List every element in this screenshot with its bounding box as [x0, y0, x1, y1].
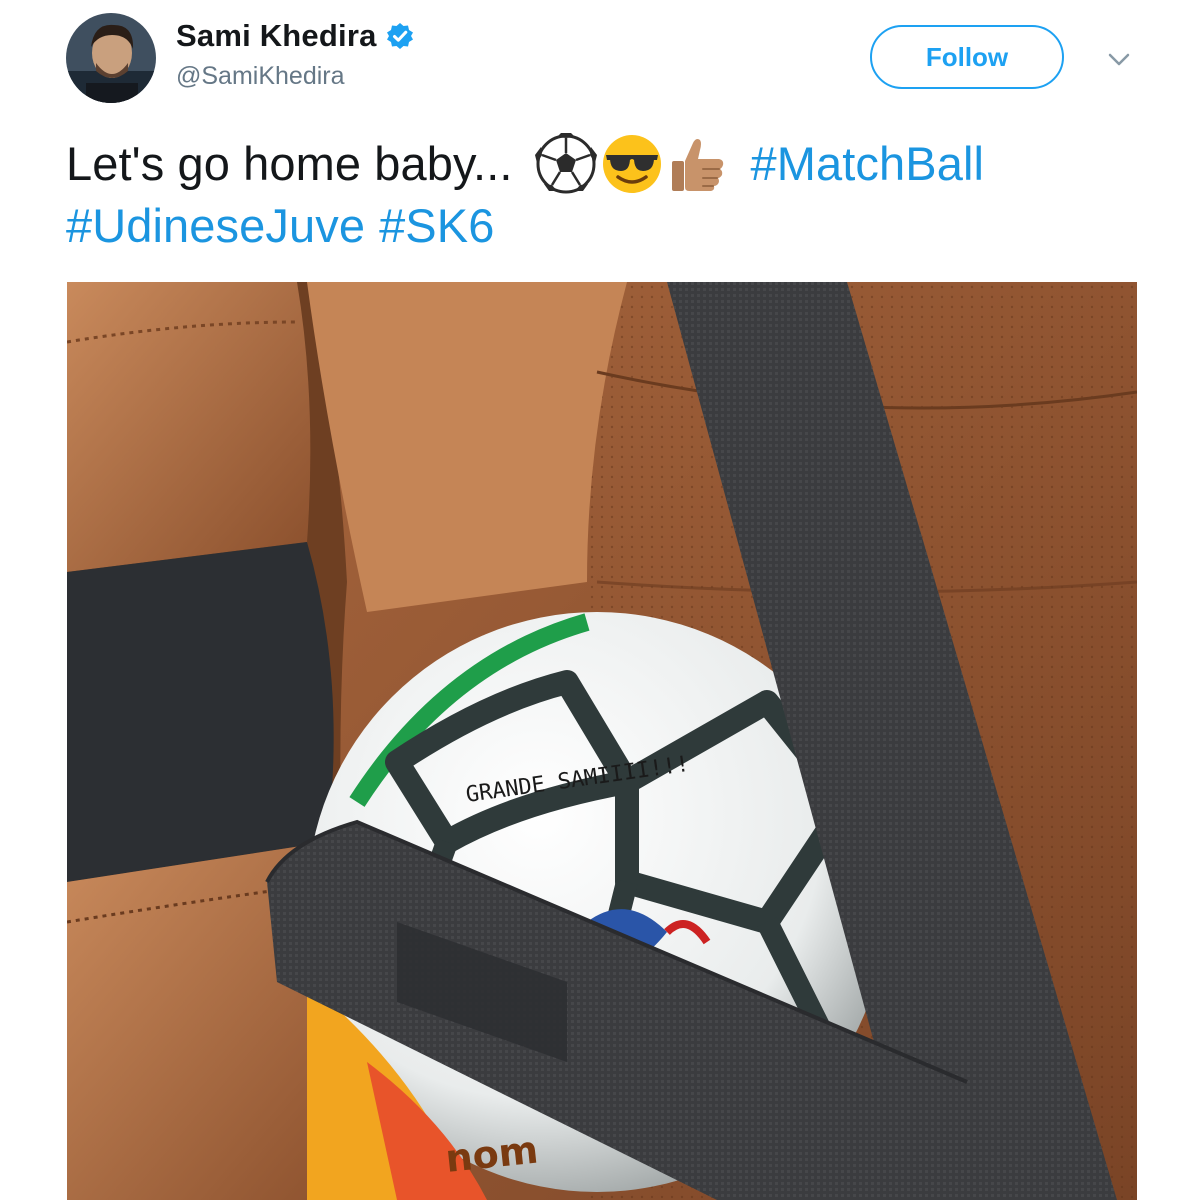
- author-display-name[interactable]: Sami Khedira: [176, 18, 377, 54]
- follow-button[interactable]: Follow: [870, 25, 1064, 89]
- chevron-down-icon[interactable]: [1103, 48, 1135, 72]
- hashtag-link[interactable]: #UdineseJuve: [66, 195, 365, 257]
- author-handle[interactable]: @SamiKhedira: [176, 62, 345, 91]
- sunglasses-face-emoji-icon: [601, 133, 663, 195]
- hashtag-link[interactable]: #MatchBall: [751, 133, 985, 195]
- soccer-ball-emoji-icon: [534, 133, 597, 195]
- thumbs-up-emoji-icon: [667, 133, 729, 195]
- author-name-row[interactable]: Sami Khedira: [176, 16, 414, 56]
- tweet-media-photo[interactable]: GRANDE SAMIIII!!! nom: [67, 282, 1137, 1200]
- hashtag-link[interactable]: #SK6: [379, 195, 494, 257]
- verified-badge-icon: [386, 22, 414, 50]
- tweet-text: Let's go home baby... #MatchBall #Udines…: [66, 133, 1146, 257]
- avatar[interactable]: [66, 13, 156, 103]
- tweet-text-plain: Let's go home baby...: [66, 137, 513, 190]
